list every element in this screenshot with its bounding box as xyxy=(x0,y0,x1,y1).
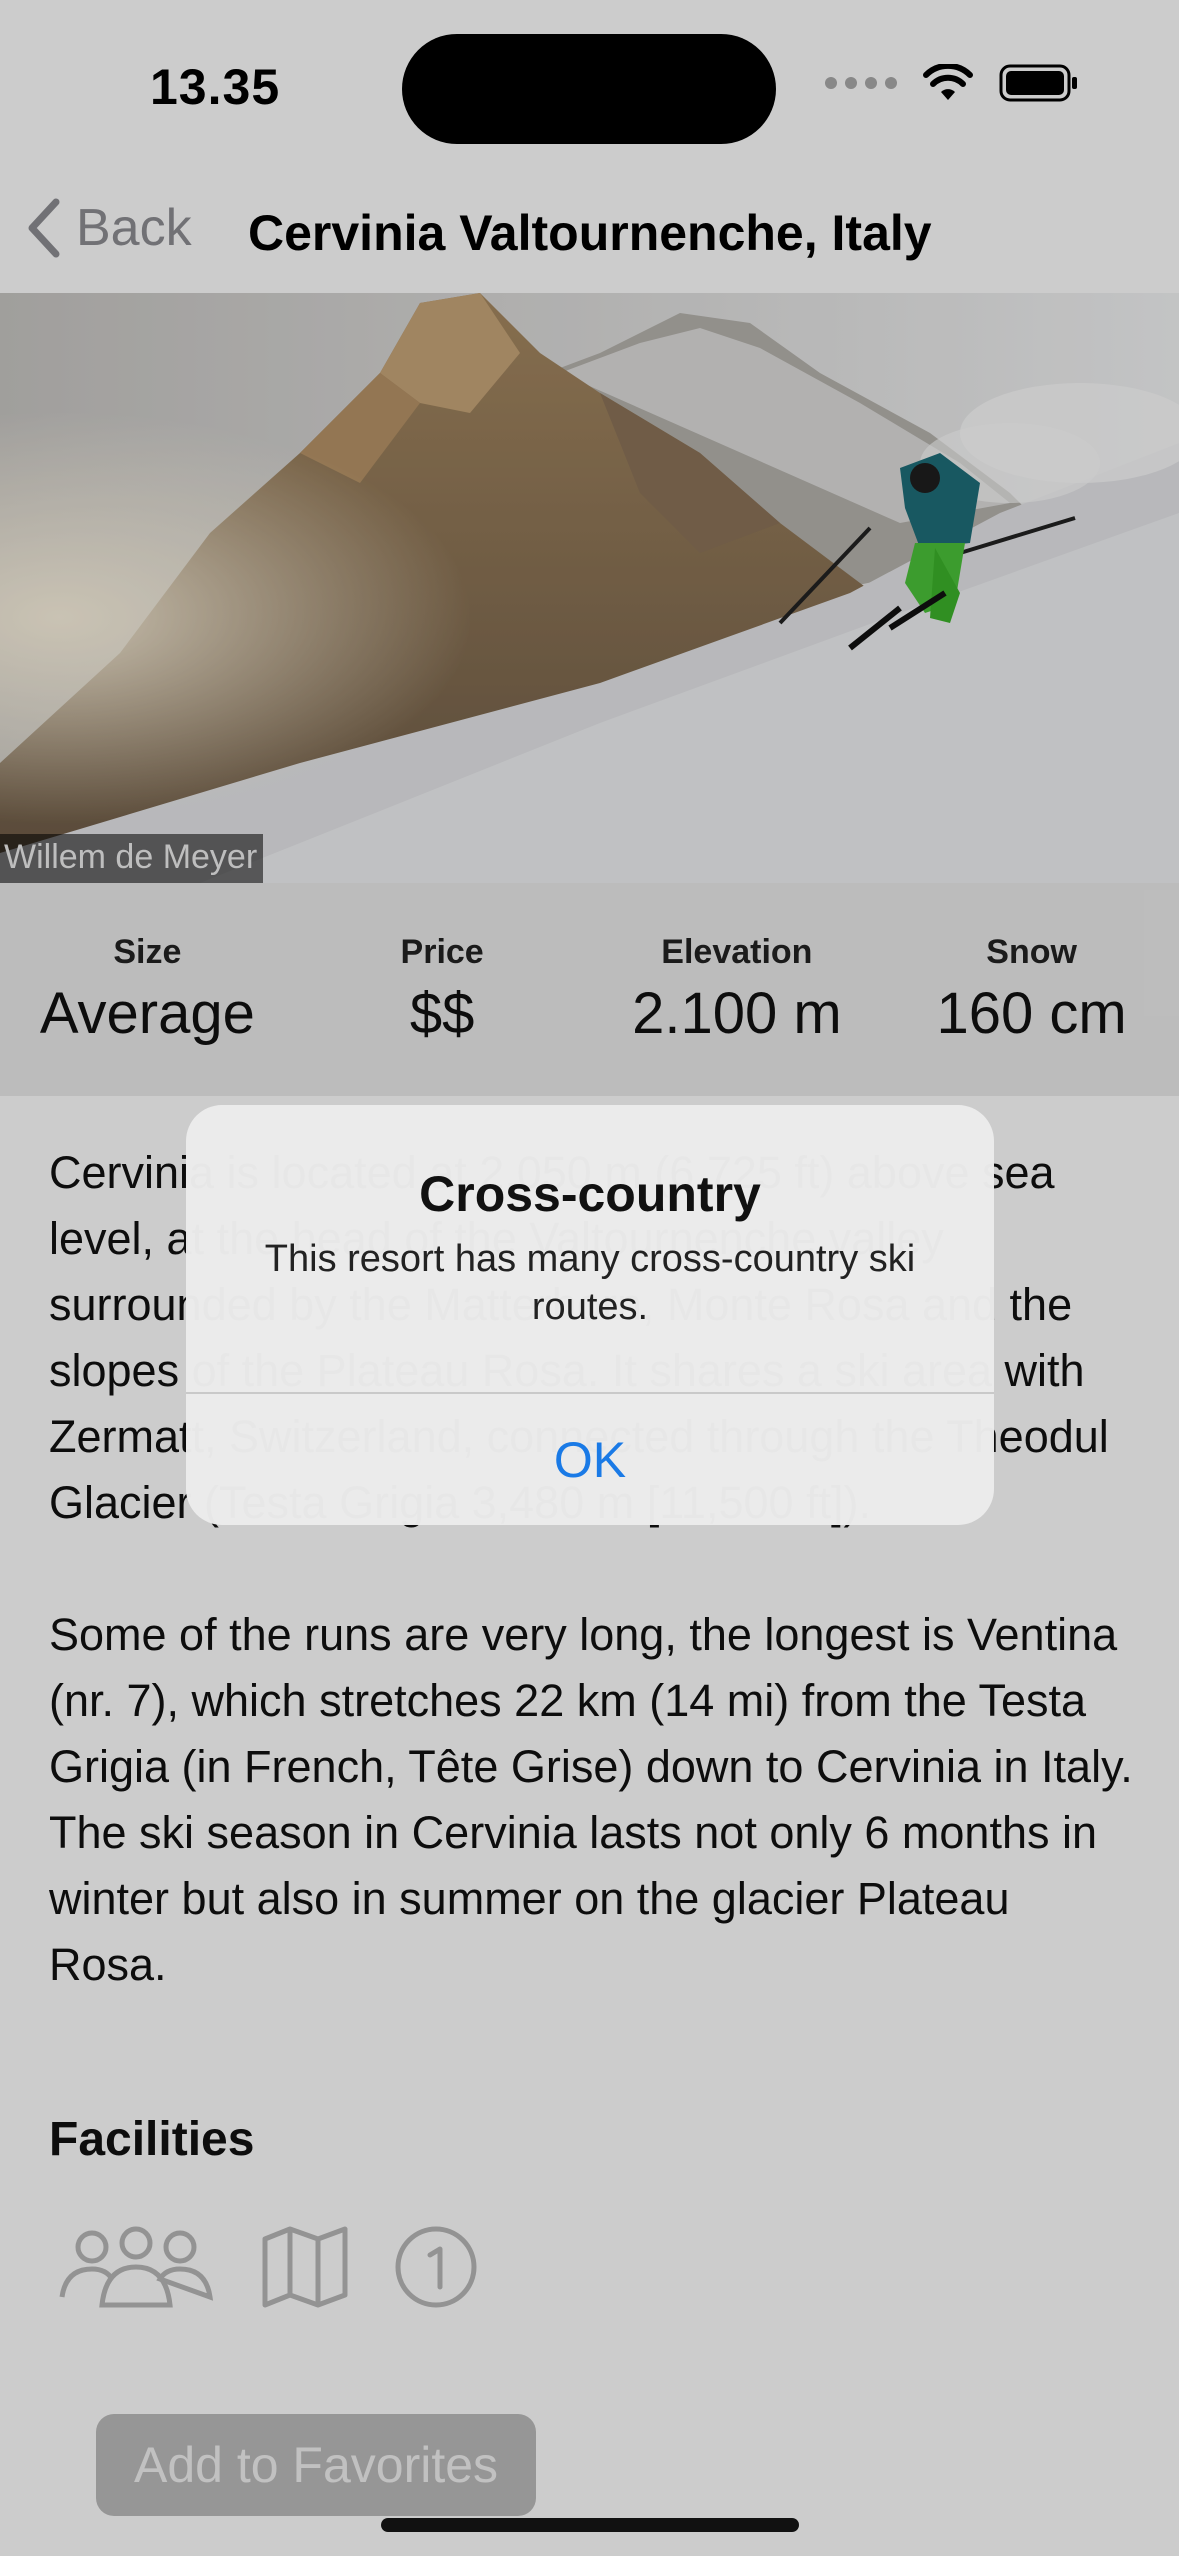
alert-message: This resort has many cross-country ski r… xyxy=(264,1238,916,1328)
ok-button[interactable]: OK xyxy=(186,1394,994,1525)
alert-dialog: Cross-country This resort has many cross… xyxy=(186,1105,994,1525)
alert-title: Cross-country xyxy=(419,1166,761,1222)
home-indicator[interactable] xyxy=(381,2518,799,2532)
screen: 13.35 Back Cervinia Valtournenche, Italy xyxy=(0,0,1179,2556)
